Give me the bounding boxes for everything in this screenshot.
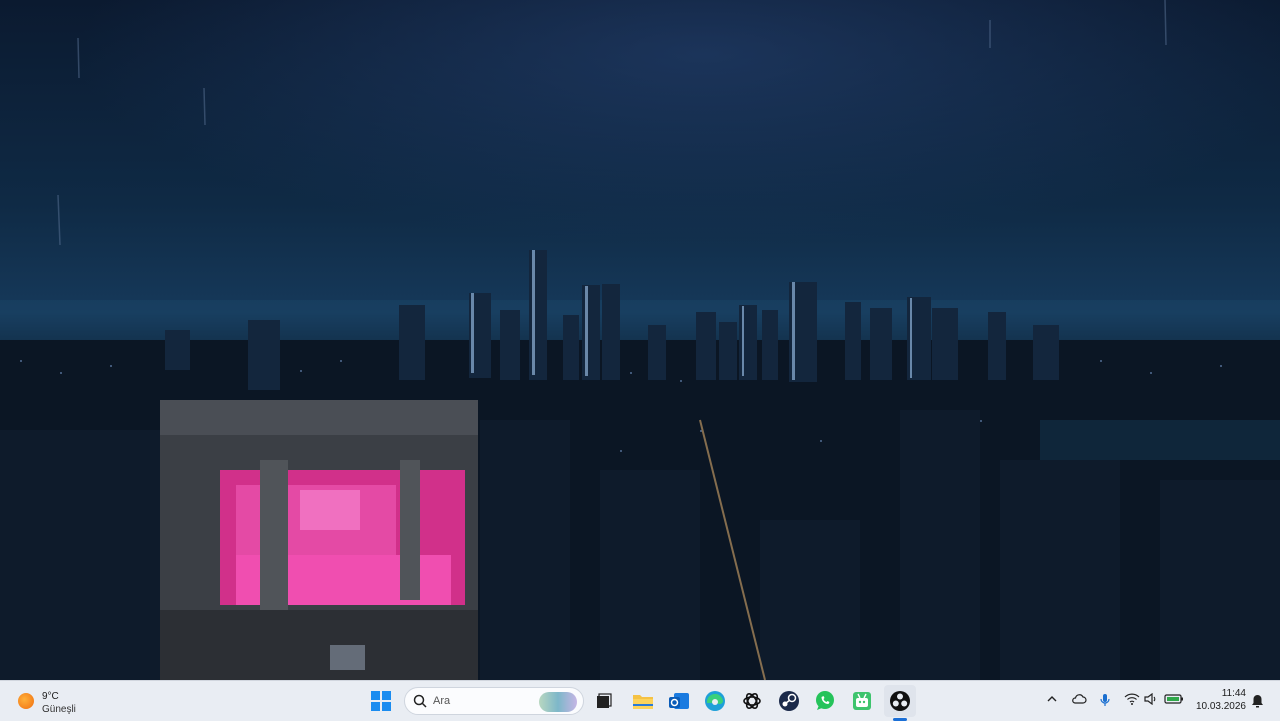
weather-condition: Güneşli xyxy=(42,704,76,715)
clock-date: 10.03.2026 xyxy=(1195,701,1246,712)
speaker-icon[interactable] xyxy=(1144,693,1158,705)
folder-icon xyxy=(633,695,653,709)
obs-button[interactable] xyxy=(884,685,916,717)
notification-bell-icon[interactable] xyxy=(1251,694,1264,708)
obs-icon xyxy=(890,691,910,711)
microphone-icon[interactable] xyxy=(1099,693,1111,707)
city-skyline-wallpaper xyxy=(0,0,1280,680)
mail-icon xyxy=(669,693,689,709)
search-highlight-icon xyxy=(539,692,577,712)
task-view-icon xyxy=(597,693,612,708)
search-placeholder: Ara xyxy=(433,695,451,707)
clock-time: 11:44 xyxy=(1221,688,1246,699)
edge-button[interactable] xyxy=(699,685,731,717)
weather-widget[interactable]: 9°C Güneşli xyxy=(14,685,134,717)
cloud-icon[interactable] xyxy=(1071,693,1087,705)
steam-icon xyxy=(779,691,799,711)
whatsapp-button[interactable] xyxy=(809,685,841,717)
chatgpt-icon xyxy=(743,692,761,710)
task-view-button[interactable] xyxy=(588,685,620,717)
search-box[interactable]: Ara xyxy=(404,687,584,715)
chatgpt-button[interactable] xyxy=(736,685,768,717)
outlook-button[interactable] xyxy=(663,685,695,717)
weather-temperature: 9°C xyxy=(42,691,59,702)
wifi-icon[interactable] xyxy=(1124,693,1140,705)
whatsapp-icon xyxy=(816,691,834,710)
android-icon xyxy=(853,692,871,710)
clock[interactable]: 11:44 10.03.2026 xyxy=(1190,687,1246,713)
taskbar: 9°C Güneşli Ara 11:44 10.03.2026 xyxy=(0,680,1280,721)
windows-icon xyxy=(371,691,391,711)
android-studio-button[interactable] xyxy=(846,685,878,717)
desktop-wallpaper xyxy=(0,0,1280,680)
file-explorer-button[interactable] xyxy=(627,685,659,717)
battery-icon[interactable] xyxy=(1164,693,1184,705)
chevron-up-icon[interactable] xyxy=(1046,693,1058,705)
search-icon xyxy=(413,694,427,708)
sun-icon xyxy=(18,693,34,709)
start-button[interactable] xyxy=(365,685,397,717)
steam-button[interactable] xyxy=(773,685,805,717)
edge-icon xyxy=(705,691,725,711)
